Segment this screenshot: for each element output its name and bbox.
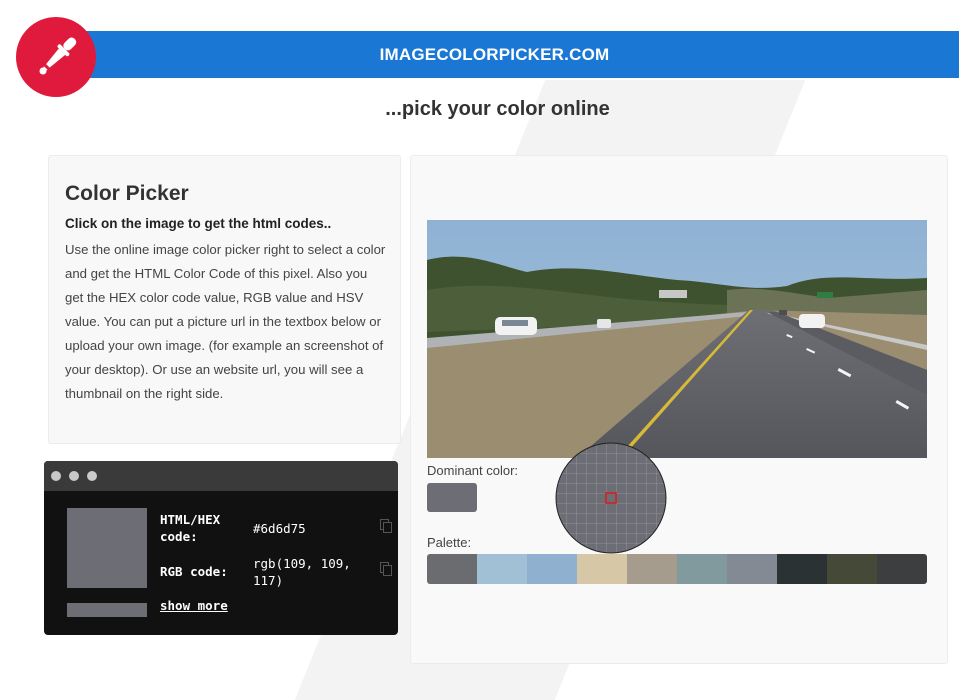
palette-swatch[interactable] [427,554,477,584]
dominant-color-label: Dominant color: [427,463,519,478]
info-description: Use the online image color picker right … [65,242,386,401]
site-logo[interactable] [16,17,96,97]
palette-swatch[interactable] [627,554,677,584]
window-dot-icon [87,471,97,481]
hex-label: HTML/HEX code: [160,512,221,544]
rgb-value[interactable]: rgb(109, 109, 117) [253,555,351,589]
tagline: ...pick your color online [385,98,610,120]
picked-color-bar [67,603,147,617]
dominant-color-swatch[interactable] [427,483,477,512]
site-title[interactable]: IMAGECOLORPICKER.COM [30,31,959,78]
color-result-panel: HTML/HEX code: #6d6d75 RGB code: rgb(109… [44,461,398,635]
magnifier-loupe [555,442,667,554]
window-dot-icon [69,471,79,481]
window-chrome [44,461,398,491]
info-card: Color Picker Click on the image to get t… [48,155,401,444]
copy-icon[interactable] [380,562,392,576]
hex-value[interactable]: #6d6d75 [253,520,306,537]
palette-swatch[interactable] [577,554,627,584]
show-more-link[interactable]: show more [160,598,228,613]
header-bar: IMAGECOLORPICKER.COM [30,31,959,78]
eyedropper-icon [39,37,77,75]
rgb-label: RGB code: [160,564,228,579]
info-title: Color Picker [65,182,189,205]
road-photo[interactable] [427,220,927,458]
palette-label: Palette: [427,535,472,550]
palette-swatch[interactable] [477,554,527,584]
info-lead: Click on the image to get the html codes… [65,216,332,231]
palette-swatch[interactable] [677,554,727,584]
palette-swatch[interactable] [527,554,577,584]
copy-icon[interactable] [380,519,392,533]
palette-swatch[interactable] [877,554,927,584]
image-card: Dominant color: Palette: [410,155,948,664]
picked-color-swatch [67,508,147,588]
palette-swatch[interactable] [727,554,777,584]
window-dot-icon [51,471,61,481]
palette-bar [427,554,927,584]
palette-swatch[interactable] [827,554,877,584]
palette-swatch[interactable] [777,554,827,584]
